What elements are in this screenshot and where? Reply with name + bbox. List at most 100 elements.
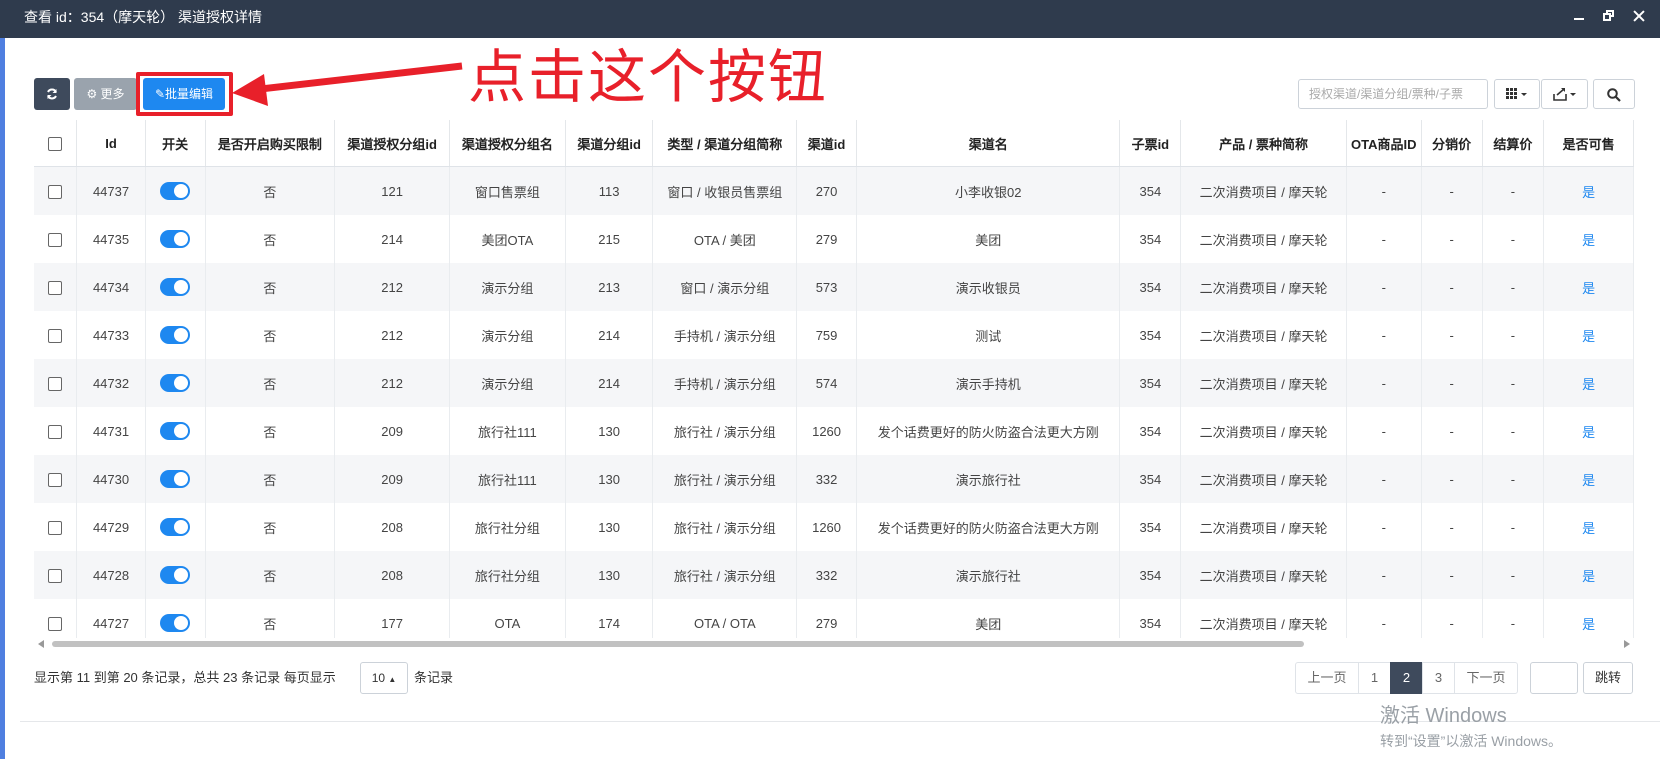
row-checkbox[interactable] — [48, 184, 63, 199]
row-checkbox[interactable] — [48, 424, 63, 439]
page-1-button[interactable]: 1 — [1358, 662, 1391, 694]
row-checkbox[interactable] — [48, 568, 63, 583]
row-select-cell[interactable] — [34, 599, 78, 638]
cell-saleable[interactable]: 是 — [1543, 311, 1634, 359]
more-button[interactable]: ⚙ 更多 — [74, 78, 137, 110]
header-settlement-price[interactable]: 结算价 — [1482, 120, 1545, 167]
cell-saleable[interactable]: 是 — [1543, 359, 1634, 407]
row-checkbox[interactable] — [48, 616, 63, 631]
cell-switch[interactable] — [145, 551, 206, 599]
row-select-cell[interactable] — [34, 503, 78, 551]
header-sub-ticket-id[interactable]: 子票id — [1119, 120, 1182, 167]
header-id[interactable]: Id — [76, 120, 146, 167]
saleable-link[interactable]: 是 — [1582, 521, 1595, 536]
header-switch[interactable]: 开关 — [145, 120, 206, 167]
cell-settlement-price: - — [1482, 503, 1545, 551]
jump-button[interactable]: 跳转 — [1583, 662, 1633, 694]
page-3-button[interactable]: 3 — [1422, 662, 1455, 694]
saleable-link[interactable]: 是 — [1582, 233, 1595, 248]
toggle-switch[interactable] — [160, 470, 191, 488]
header-saleable[interactable]: 是否可售 — [1543, 120, 1634, 167]
cell-switch[interactable] — [145, 455, 206, 503]
row-select-cell[interactable] — [34, 551, 78, 599]
header-auth-group-id[interactable]: 渠道授权分组id — [334, 120, 450, 167]
header-type-group[interactable]: 类型 / 渠道分组简称 — [652, 120, 798, 167]
close-icon[interactable] — [1632, 9, 1646, 23]
minimize-icon[interactable] — [1572, 9, 1586, 23]
row-select-cell[interactable] — [34, 359, 78, 407]
saleable-link[interactable]: 是 — [1582, 377, 1595, 392]
scroll-right-icon[interactable] — [1624, 640, 1630, 648]
next-page-button[interactable]: 下一页 — [1454, 662, 1518, 694]
cell-switch[interactable] — [145, 166, 206, 215]
cell-switch[interactable] — [145, 359, 206, 407]
jump-page-input[interactable] — [1530, 662, 1578, 694]
saleable-link[interactable]: 是 — [1582, 473, 1595, 488]
prev-page-button[interactable]: 上一页 — [1295, 662, 1359, 694]
row-select-cell[interactable] — [34, 311, 78, 359]
toggle-switch[interactable] — [160, 614, 191, 632]
header-purchase-limit[interactable]: 是否开启购买限制 — [205, 120, 336, 167]
scrollbar-thumb[interactable] — [52, 641, 1304, 647]
saleable-link[interactable]: 是 — [1582, 281, 1595, 296]
cell-saleable[interactable]: 是 — [1543, 166, 1634, 215]
restore-icon[interactable] — [1602, 9, 1616, 23]
row-checkbox[interactable] — [48, 520, 63, 535]
saleable-link[interactable]: 是 — [1582, 425, 1595, 440]
toggle-switch[interactable] — [160, 566, 191, 584]
header-auth-group-name[interactable]: 渠道授权分组名 — [449, 120, 566, 167]
cell-switch[interactable] — [145, 599, 206, 638]
header-select-all[interactable] — [34, 120, 78, 167]
header-ota-product-id[interactable]: OTA商品ID — [1346, 120, 1422, 167]
cell-saleable[interactable]: 是 — [1543, 215, 1634, 263]
row-select-cell[interactable] — [34, 455, 78, 503]
export-button[interactable] — [1541, 79, 1588, 109]
cell-saleable[interactable]: 是 — [1543, 263, 1634, 311]
row-checkbox[interactable] — [48, 328, 63, 343]
cell-switch[interactable] — [145, 311, 206, 359]
row-select-cell[interactable] — [34, 263, 78, 311]
header-product-ticket[interactable]: 产品 / 票种简称 — [1180, 120, 1347, 167]
row-checkbox[interactable] — [48, 232, 63, 247]
page-2-button[interactable]: 2 — [1390, 662, 1423, 694]
header-channel-group-id[interactable]: 渠道分组id — [565, 120, 654, 167]
cell-switch[interactable] — [145, 407, 206, 455]
row-checkbox[interactable] — [48, 376, 63, 391]
cell-saleable[interactable]: 是 — [1543, 407, 1634, 455]
toggle-switch[interactable] — [160, 326, 191, 344]
cell-switch[interactable] — [145, 263, 206, 311]
row-select-cell[interactable] — [34, 215, 78, 263]
toggle-switch[interactable] — [160, 374, 191, 392]
saleable-link[interactable]: 是 — [1582, 569, 1595, 584]
saleable-link[interactable]: 是 — [1582, 185, 1595, 200]
search-input[interactable] — [1298, 79, 1488, 109]
row-select-cell[interactable] — [34, 407, 78, 455]
cell-switch[interactable] — [145, 503, 206, 551]
search-button[interactable] — [1593, 79, 1635, 109]
header-channel-name[interactable]: 渠道名 — [856, 120, 1121, 167]
cell-switch[interactable] — [145, 215, 206, 263]
saleable-link[interactable]: 是 — [1582, 329, 1595, 344]
cell-saleable[interactable]: 是 — [1543, 455, 1634, 503]
cell-saleable[interactable]: 是 — [1543, 551, 1634, 599]
row-select-cell[interactable] — [34, 166, 78, 215]
page-size-dropdown[interactable]: 10 ▲ — [360, 662, 408, 694]
toggle-switch[interactable] — [160, 278, 191, 296]
saleable-link[interactable]: 是 — [1582, 617, 1595, 632]
scroll-left-icon[interactable] — [38, 640, 44, 648]
toggle-switch[interactable] — [160, 230, 191, 248]
cell-saleable[interactable]: 是 — [1543, 599, 1634, 638]
select-all-checkbox[interactable] — [48, 136, 63, 151]
toggle-switch[interactable] — [160, 182, 191, 200]
columns-toggle-button[interactable] — [1494, 79, 1540, 109]
toggle-switch[interactable] — [160, 422, 191, 440]
header-distribution-price[interactable]: 分销价 — [1421, 120, 1483, 167]
header-channel-id[interactable]: 渠道id — [796, 120, 857, 167]
toggle-switch[interactable] — [160, 518, 191, 536]
cell-saleable[interactable]: 是 — [1543, 503, 1634, 551]
cell-type-group: 旅行社 / 演示分组 — [652, 503, 798, 551]
refresh-button[interactable] — [34, 78, 70, 110]
row-checkbox[interactable] — [48, 472, 63, 487]
row-checkbox[interactable] — [48, 280, 63, 295]
horizontal-scrollbar[interactable] — [34, 637, 1634, 651]
